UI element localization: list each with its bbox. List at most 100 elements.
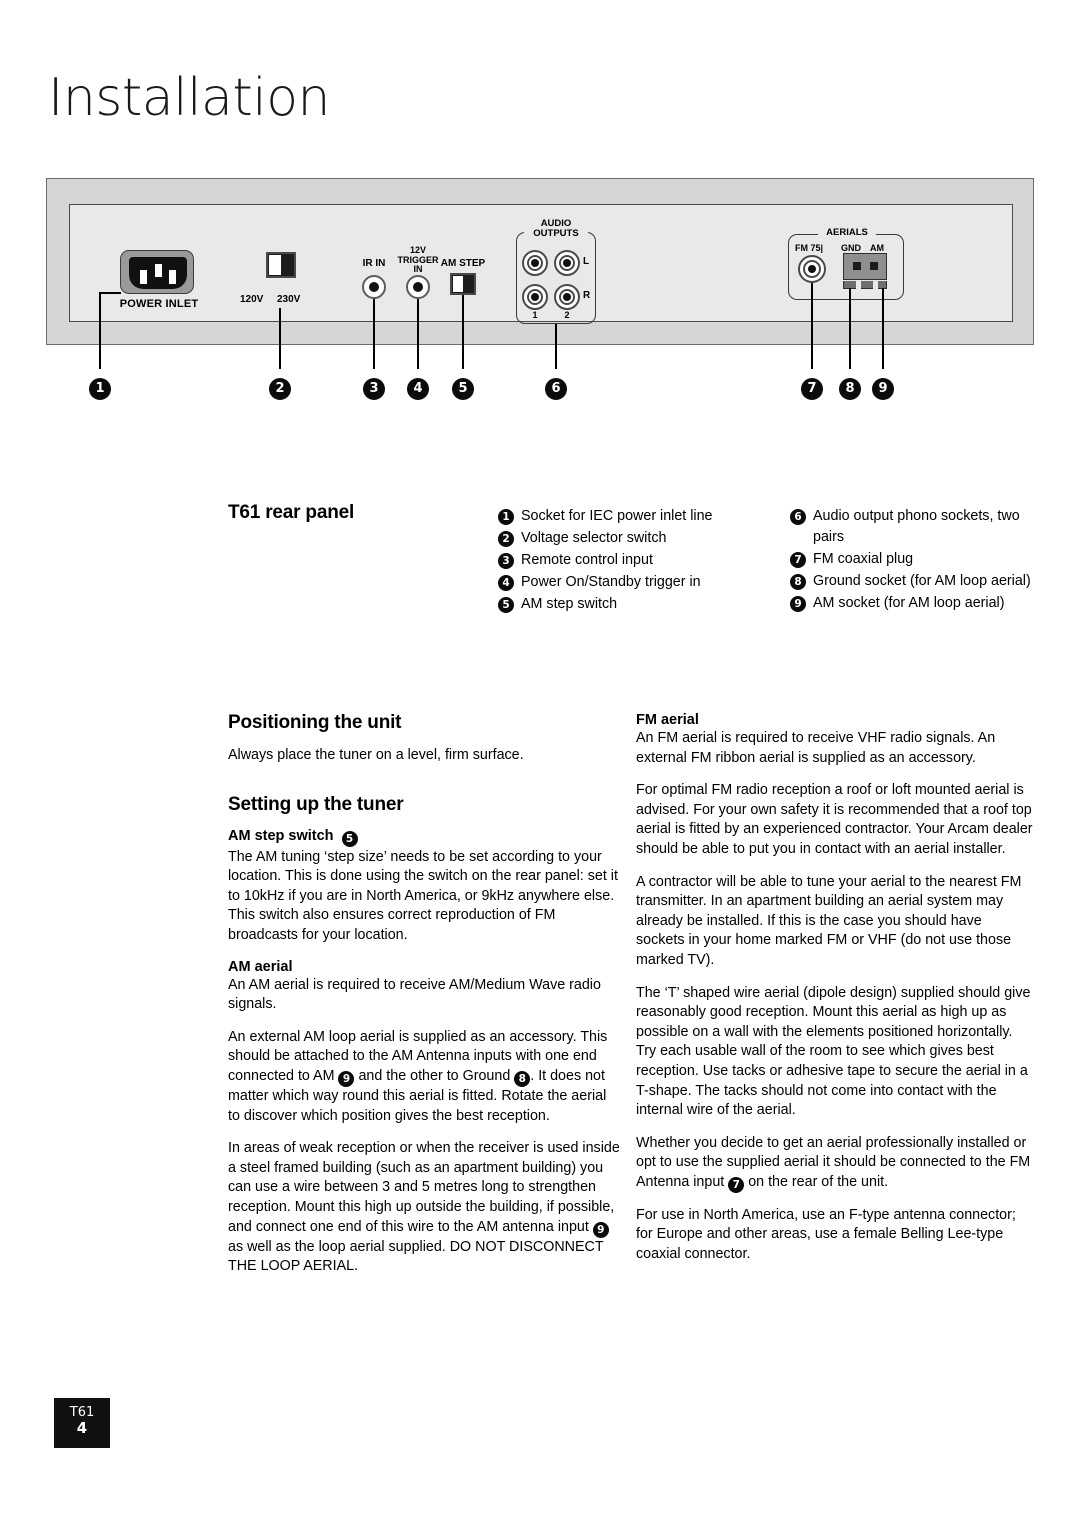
legend-text-4: Power On/Standby trigger in — [521, 574, 701, 590]
gnd-terminal-label: GND — [841, 243, 861, 253]
callout-7: 7 — [801, 378, 823, 400]
callout-2: 2 — [269, 378, 291, 400]
rca-socket-1-right — [522, 284, 548, 310]
am-step-label: AM STEP — [440, 258, 486, 269]
fm-aerial-heading: FM aerial — [636, 712, 699, 728]
legend-text-9: AM socket (for AM loop aerial) — [813, 595, 1005, 611]
legend-bullet-7: 7 — [790, 552, 806, 568]
list-item: 1 Socket for IEC power inlet line — [498, 506, 782, 527]
list-item: 8 Ground socket (for AM loop aerial) — [790, 571, 1034, 592]
legend-bullet-5: 5 — [498, 597, 514, 613]
legend-list-1: 1 Socket for IEC power inlet line 2 Volt… — [498, 506, 782, 615]
audio-pair-1-label: 1 — [532, 310, 538, 320]
page-title: Installation — [48, 68, 331, 128]
am-terminal-block-icon — [842, 253, 887, 289]
list-item: 2 Voltage selector switch — [498, 528, 782, 549]
iec-socket-shape — [129, 257, 187, 289]
am-step-switch-body: The AM tuning ‘step size’ needs to be se… — [228, 848, 618, 943]
positioning-body: Always place the tuner on a level, firm … — [228, 747, 524, 763]
am-aerial-badge-9: 9 — [338, 1070, 355, 1087]
fm-aerial-p2: For optimal FM radio reception a roof or… — [636, 782, 1033, 857]
setting-up-heading: Setting up the tuner — [228, 793, 404, 815]
am-aerial-p2-b: and the other to Ground — [354, 1067, 515, 1084]
iec-pin-right — [169, 270, 176, 284]
fm-aerial-p3: A contractor will be able to tune your a… — [636, 873, 1022, 968]
am-terminal-hole — [870, 262, 878, 270]
leader-line-6 — [555, 324, 557, 369]
ir-in-jack-icon — [362, 275, 386, 299]
voltage-selector-switch-icon — [266, 252, 296, 278]
trigger-in-jack-center — [413, 282, 423, 292]
am-step-switch-heading: AM step switch 5 — [228, 828, 620, 847]
legend-bullet-4: 4 — [498, 575, 514, 591]
legend-text-7: FM coaxial plug — [813, 551, 914, 567]
am-aerial-p3-a: In areas of weak reception or when the r… — [228, 1140, 620, 1235]
fm-aerial-p1: An FM aerial is required to receive VHF … — [636, 730, 996, 766]
power-inlet-icon — [120, 250, 194, 294]
legend-text-1: Socket for IEC power inlet line — [521, 508, 713, 524]
rca-socket-1-left — [522, 250, 548, 276]
ir-in-jack-center — [369, 282, 379, 292]
legend-bullet-6: 6 — [790, 509, 806, 525]
voltage-switch-knob — [269, 255, 281, 275]
callout-5: 5 — [452, 378, 474, 400]
rca-socket-2-left — [554, 250, 580, 276]
am-aerial-p3-b: as well as the loop aerial supplied. DO … — [228, 1238, 604, 1275]
legend-column-1: 1 Socket for IEC power inlet line 2 Volt… — [498, 506, 782, 616]
gnd-terminal-hole — [853, 262, 861, 270]
list-item: 4 Power On/Standby trigger in — [498, 572, 782, 593]
rear-panel-section: T61 rear panel — [228, 502, 490, 536]
fm-coaxial-socket-icon — [798, 255, 826, 283]
am-step-switch-heading-text: AM step switch — [228, 827, 334, 844]
legend-bullet-2: 2 — [498, 531, 514, 547]
list-item: 9 AM socket (for AM loop aerial) — [790, 593, 1034, 614]
legend-bullet-9: 9 — [790, 596, 806, 612]
fm-aerial-p4: The ‘T’ shaped wire aerial (dipole desig… — [636, 984, 1031, 1119]
iec-pin-left — [140, 270, 147, 284]
am-aerial-badge-9b: 9 — [592, 1221, 609, 1238]
aerials-caption: AERIALS — [818, 228, 876, 238]
list-item: 3 Remote control input — [498, 550, 782, 571]
leader-line-9 — [882, 288, 884, 369]
iec-pin-mid — [154, 264, 162, 277]
legend-text-6: Audio output phono sockets, two pairs — [813, 508, 1020, 545]
left-body-column: Positioning the unit Always place the tu… — [228, 712, 620, 1277]
am-aerial-p1: An AM aerial is required to receive AM/M… — [228, 976, 601, 1013]
callout-3: 3 — [363, 378, 385, 400]
legend-bullet-1: 1 — [498, 509, 514, 525]
list-item: 5 AM step switch — [498, 594, 782, 615]
audio-outputs-caption: AUDIO OUTPUTS — [524, 219, 588, 238]
positioning-heading: Positioning the unit — [228, 712, 402, 733]
leader-line-8 — [849, 288, 851, 369]
fm-aerial-p5-b: on the rear of the unit. — [744, 1173, 889, 1190]
am-aerial-heading: AM aerial — [228, 958, 293, 975]
list-item: 7 FM coaxial plug — [790, 549, 1034, 570]
footer-model-label: T61 — [69, 1405, 95, 1420]
footer-page-number: 4 — [76, 1419, 88, 1437]
leader-line-4 — [417, 299, 419, 369]
fm-aerial-p6: For use in North America, use an F-type … — [636, 1206, 1016, 1263]
leader-line-7 — [811, 283, 813, 369]
footer-page-marker: T61 4 — [54, 1398, 110, 1448]
leader-line-2 — [279, 308, 281, 369]
rear-panel-heading: T61 rear panel — [228, 502, 355, 523]
trigger-in-jack-icon — [406, 275, 430, 299]
legend-bullet-8: 8 — [790, 574, 806, 590]
power-inlet-label: POWER INLET — [119, 298, 199, 310]
am-step-switch-knob — [453, 276, 463, 292]
voltage-230v-label: 230V — [277, 294, 301, 305]
legend-text-5: AM step switch — [521, 596, 618, 612]
callout-8: 8 — [839, 378, 861, 400]
right-body-column: FM aerial An FM aerial is required to re… — [636, 712, 1034, 1265]
fm-aerial-p5: Whether you decide to get an aerial prof… — [636, 1134, 1034, 1193]
am-aerial-p3: In areas of weak reception or when the r… — [228, 1139, 620, 1277]
voltage-120v-label: 120V — [240, 294, 264, 305]
legend-text-3: Remote control input — [521, 552, 653, 568]
legend-column-2: 6 Audio output phono sockets, two pairs … — [790, 506, 1034, 615]
leader-line-1-horizontal — [99, 292, 121, 294]
legend-list-2: 6 Audio output phono sockets, two pairs … — [790, 506, 1034, 614]
fm75-label: FM 75| — [795, 243, 824, 253]
rca-socket-2-right — [554, 284, 580, 310]
callout-9: 9 — [872, 378, 894, 400]
am-step-switch-icon — [450, 273, 476, 295]
